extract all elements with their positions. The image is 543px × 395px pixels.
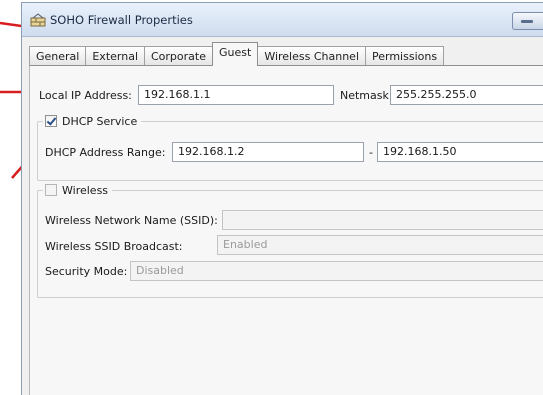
dhcp-group-header: DHCP Service [43, 113, 142, 129]
wireless-group-header: Wireless [43, 182, 113, 198]
netmask-input[interactable]: 255.255.255.0 [390, 85, 543, 105]
tab-external[interactable]: External [85, 46, 145, 66]
title-bar: SOHO Firewall Properties [22, 3, 543, 37]
ssid-broadcast-label: Wireless SSID Broadcast: [45, 240, 183, 253]
dhcp-range-end-input[interactable]: 192.168.1.50 [377, 142, 543, 162]
ssid-label: Wireless Network Name (SSID): [45, 214, 218, 227]
firewall-icon [30, 13, 46, 27]
dhcp-range-separator: - [369, 146, 373, 159]
security-mode-select[interactable]: Disabled [130, 261, 543, 281]
dhcp-service-checkbox[interactable] [45, 115, 57, 127]
minimize-button[interactable] [512, 12, 543, 30]
local-ip-input[interactable]: 192.168.1.1 [138, 85, 334, 105]
properties-window: SOHO Firewall Properties General Externa… [21, 2, 543, 395]
dhcp-range-start-input[interactable]: 192.168.1.2 [172, 142, 364, 162]
tab-wireless-channel[interactable]: Wireless Channel [257, 46, 366, 66]
netmask-label: Netmask: [340, 89, 393, 102]
wireless-label: Wireless [62, 183, 109, 197]
wireless-checkbox[interactable] [45, 184, 57, 196]
local-ip-label: Local IP Address: [39, 89, 132, 102]
tab-guest[interactable]: Guest [212, 42, 259, 66]
tab-corporate[interactable]: Corporate [144, 46, 213, 66]
ssid-broadcast-select[interactable]: Enabled [217, 235, 543, 255]
tab-general[interactable]: General [29, 46, 87, 66]
dhcp-service-label: DHCP Service [62, 114, 138, 128]
tab-bar: General External Corporate Guest Wireles… [29, 42, 445, 66]
ssid-input[interactable] [222, 210, 543, 230]
dhcp-range-label: DHCP Address Range: [45, 146, 166, 159]
window-title: SOHO Firewall Properties [50, 13, 193, 27]
minimize-icon [521, 20, 533, 23]
tab-permissions[interactable]: Permissions [365, 46, 445, 66]
security-mode-label: Security Mode: [45, 265, 128, 278]
guest-tab-panel: Local IP Address: 192.168.1.1 Netmask: 2… [29, 65, 543, 395]
